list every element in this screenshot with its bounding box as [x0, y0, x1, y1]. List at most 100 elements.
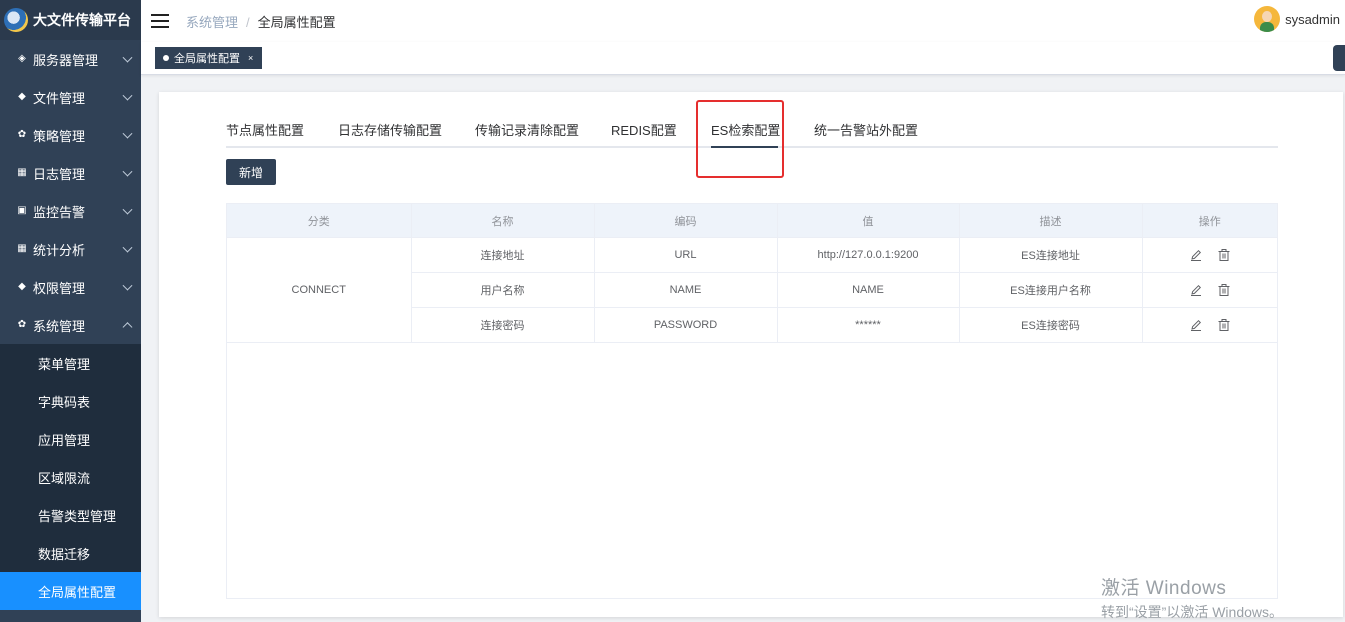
value-cell: ******: [777, 307, 960, 343]
actions-cell: [1142, 237, 1277, 273]
cube-icon: ◈: [18, 53, 26, 64]
logo-icon: [4, 8, 28, 32]
avatar: [1254, 6, 1281, 32]
menu-stats[interactable]: ▦ 统计分析: [0, 230, 141, 268]
sidebar: 大文件传输平台 ◈ 服务器管理 ◆ 文件管理 ✿ 策略管理 ▦ 日志管理 ▣ 监控告警 ▦…: [0, 0, 141, 622]
username: sysadmin: [1285, 11, 1340, 27]
app-logo[interactable]: 大文件传输平台: [0, 0, 141, 40]
code-cell: NAME: [594, 272, 778, 308]
menu-label: 服务器管理: [33, 52, 99, 68]
submenu-menu-management[interactable]: 菜单管理: [0, 344, 141, 382]
delete-icon[interactable]: [1217, 283, 1231, 297]
tag-global-config[interactable]: 全局属性配置 ×: [155, 47, 263, 69]
tags-view: 全局属性配置 ×: [141, 42, 1345, 75]
tab-node-config[interactable]: 节点属性配置: [226, 120, 304, 139]
add-button[interactable]: 新增: [226, 159, 276, 185]
user-menu[interactable]: sysadmin: [1254, 6, 1340, 32]
layers-icon: ◆: [18, 281, 26, 292]
menu-file[interactable]: ◆ 文件管理: [0, 78, 141, 116]
menu-label: 监控告警: [33, 204, 86, 220]
description-cell: ES连接地址: [959, 237, 1143, 273]
tab-log-storage[interactable]: 日志存储传输配置: [338, 120, 442, 139]
edit-icon[interactable]: [1189, 318, 1203, 332]
menu-server[interactable]: ◈ 服务器管理: [0, 40, 141, 78]
menu-permission[interactable]: ◆ 权限管理: [0, 268, 141, 306]
actions-cell: [1142, 272, 1277, 308]
edit-icon[interactable]: [1189, 248, 1203, 262]
breadcrumb-separator: /: [246, 14, 250, 30]
table-row: CONNECT 连接地址 URL http://127.0.0.1:9200 E…: [227, 237, 1277, 343]
delete-icon[interactable]: [1217, 318, 1231, 332]
tab-alarm-external[interactable]: 统一告警站外配置: [814, 120, 918, 139]
watermark-subtitle: 转到“设置”以激活 Windows。: [1101, 604, 1284, 620]
submenu-data-migration[interactable]: 数据迁移: [0, 534, 141, 572]
submenu-app-management[interactable]: 应用管理: [0, 420, 141, 458]
gear-icon: ✿: [17, 129, 27, 140]
name-cell: 用户名称: [411, 272, 595, 308]
category-cell: CONNECT: [227, 237, 412, 343]
breadcrumb-item[interactable]: 系统管理: [186, 15, 238, 30]
dot-icon: [163, 55, 169, 61]
config-panel: 节点属性配置 日志存储传输配置 传输记录清除配置 REDIS配置 ES检索配置 …: [159, 92, 1343, 617]
menu-policy[interactable]: ✿ 策略管理: [0, 116, 141, 154]
chart-icon: ▦: [17, 243, 27, 254]
settings-handle[interactable]: [1333, 45, 1345, 71]
layers-icon: ◆: [18, 91, 26, 102]
gear-icon: ✿: [17, 319, 27, 330]
menu-label: 策略管理: [33, 128, 86, 144]
col-header-value: 值: [777, 204, 960, 238]
breadcrumb-current: 全局属性配置: [257, 14, 336, 30]
windows-activation-watermark: 激活 Windows 转到“设置”以激活 Windows。: [1101, 573, 1283, 622]
menu-monitor[interactable]: ▣ 监控告警: [0, 192, 141, 230]
highlight-annotation: [696, 100, 784, 178]
menu-label: 日志管理: [33, 166, 86, 182]
chevron-down-icon: [122, 52, 133, 63]
name-cell: 连接密码: [411, 307, 595, 343]
tag-label: 全局属性配置: [174, 53, 240, 65]
chevron-down-icon: [122, 128, 133, 139]
chevron-down-icon: [122, 242, 133, 253]
code-cell: PASSWORD: [594, 307, 778, 343]
chevron-up-icon: [122, 322, 133, 333]
config-table: 分类 名称 编码 值 描述 操作 CONNECT 连接地址 URL http:/…: [226, 203, 1278, 599]
menu-label: 文件管理: [33, 90, 86, 106]
col-header-code: 编码: [594, 204, 778, 238]
description-cell: ES连接用户名称: [959, 272, 1143, 308]
chevron-down-icon: [122, 90, 133, 101]
submenu-alarm-types[interactable]: 告警类型管理: [0, 496, 141, 534]
menu-log[interactable]: ▦ 日志管理: [0, 154, 141, 192]
code-cell: URL: [594, 237, 778, 273]
monitor-icon: ▣: [17, 205, 27, 216]
close-icon[interactable]: ×: [248, 53, 253, 63]
menu-system[interactable]: ✿ 系统管理: [0, 306, 141, 344]
menu-label: 权限管理: [33, 280, 86, 296]
col-header-description: 描述: [959, 204, 1143, 238]
value-cell: http://127.0.0.1:9200: [777, 237, 960, 273]
menu-label: 统计分析: [33, 242, 86, 258]
submenu-rate-limit[interactable]: 区域限流: [0, 458, 141, 496]
col-header-category: 分类: [227, 204, 412, 238]
breadcrumb: 系统管理 / 全局属性配置: [186, 12, 336, 31]
col-header-actions: 操作: [1142, 204, 1277, 238]
chevron-down-icon: [122, 280, 133, 291]
submenu-global-config[interactable]: 全局属性配置: [0, 572, 141, 610]
actions-cell: [1142, 307, 1277, 343]
chevron-down-icon: [122, 166, 133, 177]
value-cell: NAME: [777, 272, 960, 308]
watermark-title: 激活 Windows: [1101, 578, 1227, 599]
tab-redis[interactable]: REDIS配置: [611, 120, 677, 139]
chevron-down-icon: [122, 204, 133, 215]
edit-icon[interactable]: [1189, 283, 1203, 297]
tab-record-cleanup[interactable]: 传输记录清除配置: [475, 120, 579, 139]
app-title: 大文件传输平台: [33, 12, 131, 28]
description-cell: ES连接密码: [959, 307, 1143, 343]
top-navbar: 系统管理 / 全局属性配置 sysadmin: [141, 0, 1345, 43]
grid-icon: ▦: [17, 167, 27, 178]
table-header-row: 分类 名称 编码 值 描述 操作: [227, 204, 1277, 238]
col-header-name: 名称: [411, 204, 595, 238]
hamburger-icon[interactable]: [151, 14, 169, 28]
submenu-dictionary[interactable]: 字典码表: [0, 382, 141, 420]
delete-icon[interactable]: [1217, 248, 1231, 262]
name-cell: 连接地址: [411, 237, 595, 273]
menu-label: 系统管理: [33, 318, 86, 334]
